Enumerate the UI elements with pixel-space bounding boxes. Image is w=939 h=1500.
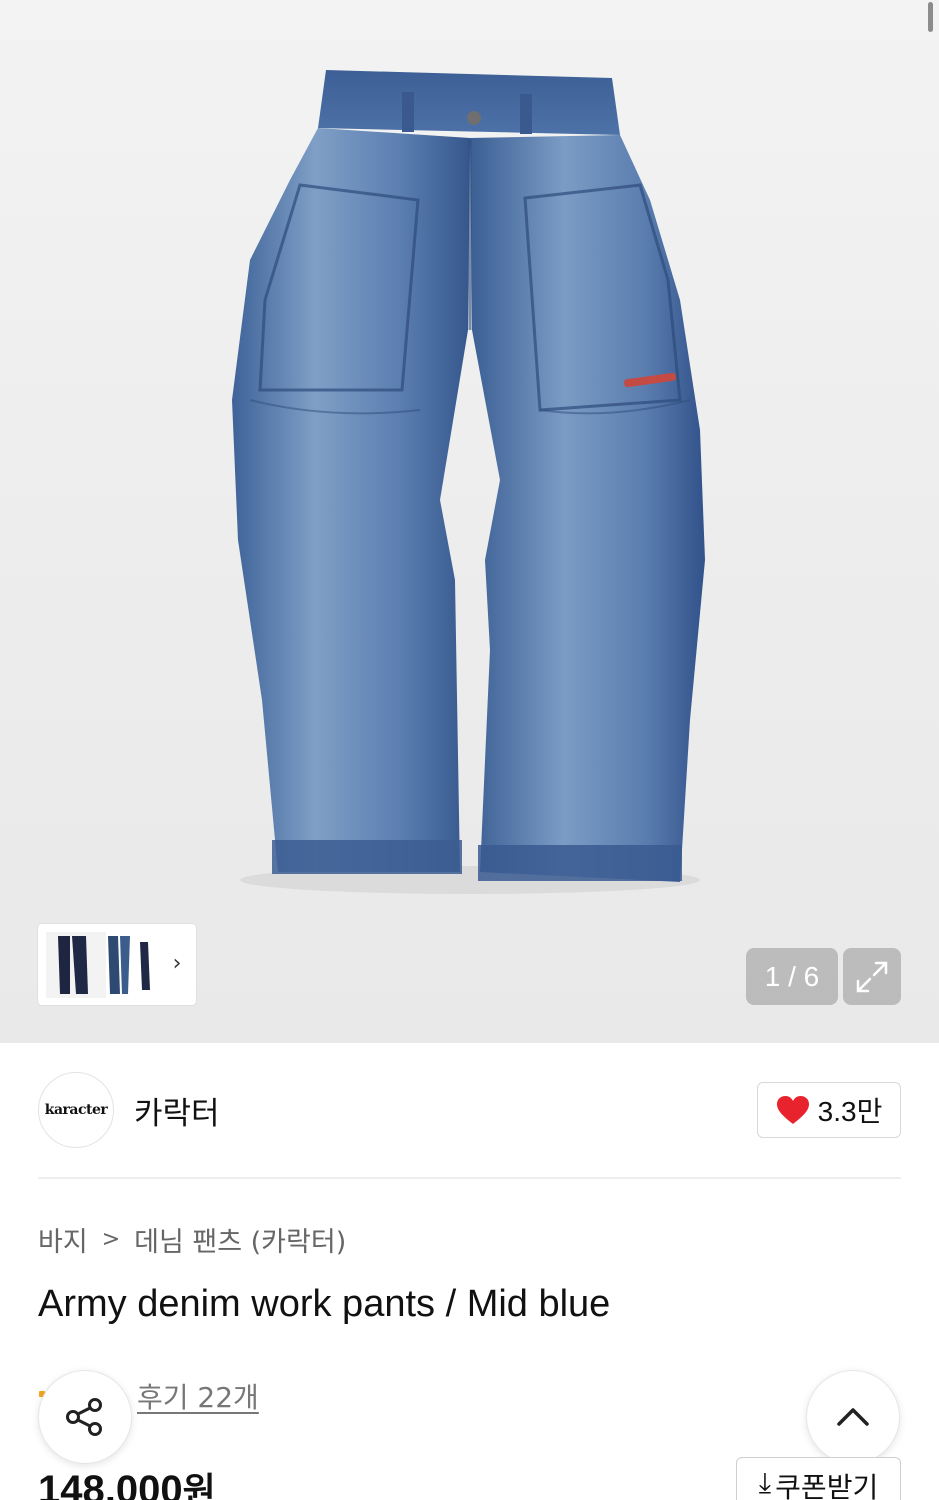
share-button[interactable] xyxy=(38,1370,132,1464)
thumbnail-images[interactable] xyxy=(44,929,156,1000)
download-icon: ⤓ xyxy=(758,1466,772,1499)
coupon-label: 쿠폰받기 xyxy=(775,1471,879,1500)
price-amount: 148,000 xyxy=(38,1468,183,1500)
review-link[interactable]: 후기 22개 xyxy=(137,1376,259,1416)
thumbnail-strip[interactable]: › xyxy=(38,924,196,1005)
like-count: 3.3만 xyxy=(817,1096,883,1127)
like-button[interactable]: 3.3만 xyxy=(757,1082,901,1138)
breadcrumb: 바지 > 데님 팬츠 (카락터) xyxy=(38,1220,346,1259)
scroll-top-button[interactable] xyxy=(806,1370,900,1464)
heart-icon xyxy=(776,1096,809,1124)
chevron-up-icon xyxy=(837,1408,869,1426)
image-counter: 1 / 6 xyxy=(746,948,838,1005)
product-image-gallery[interactable]: › 1 / 6 xyxy=(0,0,939,1043)
share-icon xyxy=(66,1398,102,1436)
brand-name[interactable]: 카락터 xyxy=(134,1088,220,1133)
product-photo-jeans xyxy=(232,70,705,894)
expand-icon xyxy=(856,961,888,992)
product-price: 148,000원 xyxy=(38,1462,216,1500)
brand-logo[interactable]: karacter xyxy=(38,1072,114,1148)
breadcrumb-subcategory[interactable]: 데님 팬츠 (카락터) xyxy=(134,1220,346,1259)
coupon-button[interactable]: ⤓ 쿠폰받기 xyxy=(736,1457,901,1500)
thumbnail-next-icon[interactable]: › xyxy=(170,951,184,976)
breadcrumb-category[interactable]: 바지 xyxy=(38,1220,88,1259)
product-title: Army denim work pants / Mid blue xyxy=(38,1283,611,1325)
expand-button[interactable] xyxy=(843,948,901,1005)
price-unit: 원 xyxy=(182,1471,216,1500)
chevron-right-icon: > xyxy=(101,1227,121,1252)
divider xyxy=(38,1177,901,1179)
